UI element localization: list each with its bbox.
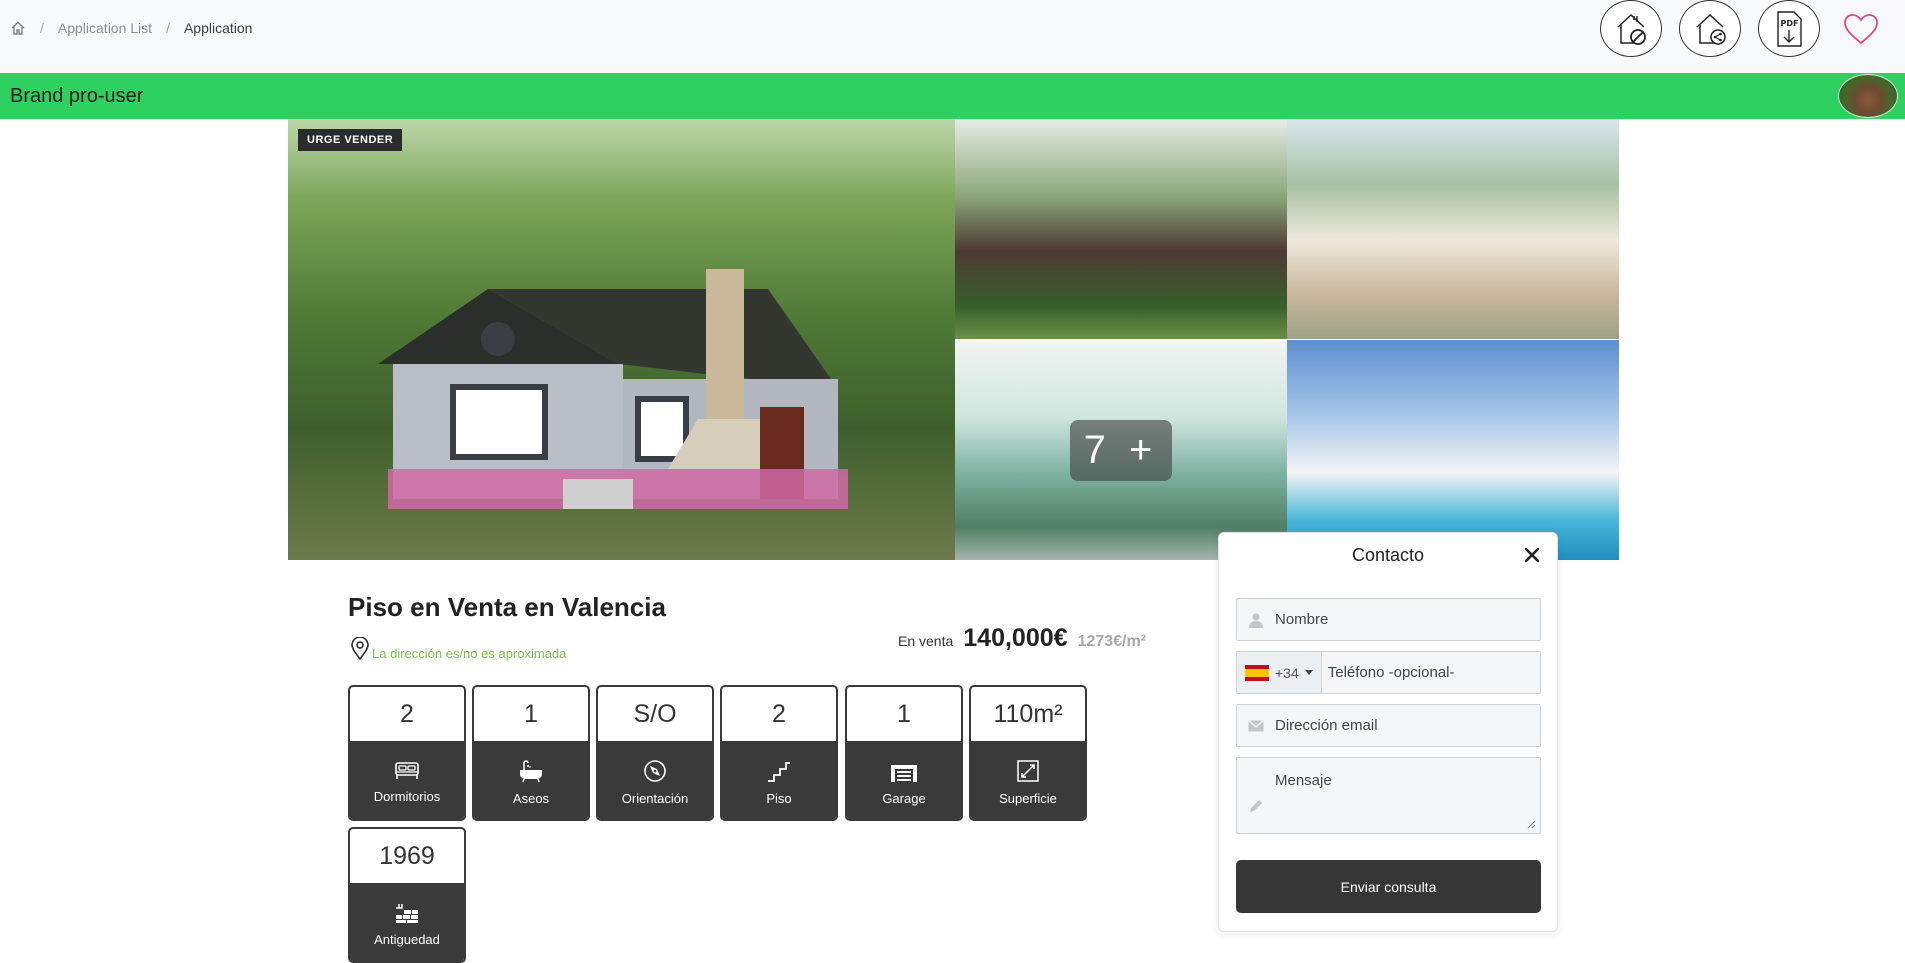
brick-wall-icon [396,903,418,923]
feature-label: Antiguedad [374,931,440,947]
feature-label: Piso [766,790,792,806]
price-label: En venta [898,633,954,649]
house-share-button[interactable] [1679,0,1741,57]
breadcrumb-current: Application [183,20,253,36]
feature-label: Aseos [512,790,550,806]
breadcrumb-link-application-list[interactable]: Application List [58,20,152,36]
country-code-select[interactable]: +34 [1237,652,1322,693]
feature-label: Superficie [999,790,1057,806]
bathtub-icon [520,759,542,782]
compass-icon [644,759,666,782]
feature-value: S/O [633,699,677,728]
feature-surface: 110m² Superficie [969,685,1087,821]
bed-icon [395,761,419,779]
favorite-button[interactable] [1837,0,1885,57]
message-field[interactable]: Mensaje [1236,757,1541,834]
phone-placeholder: Teléfono -opcional- [1327,664,1455,681]
gallery-photo[interactable]: 7 + [955,340,1287,560]
more-photos-count: 7 + [1069,419,1173,481]
top-actions: PDF [1600,0,1885,57]
feature-label: Garage [882,790,926,806]
send-inquiry-button[interactable]: Enviar consulta [1236,860,1541,913]
feature-age: 1969 Antiguedad [348,827,466,963]
house-cancel-button[interactable] [1600,0,1662,57]
top-bar: / Application List / Application PDF [0,0,1905,73]
main-photo[interactable]: URGE VENDER [288,119,955,560]
country-code: +34 [1275,664,1299,681]
feature-floor: 2 Piso [720,685,838,821]
gallery-photo[interactable] [1287,340,1619,560]
brand-avatar[interactable] [1838,74,1898,118]
name-placeholder: Nombre [1275,611,1329,628]
phone-field[interactable]: +34 Teléfono -opcional- [1236,651,1541,694]
house-cancel-icon [1617,13,1646,45]
pencil-icon [1250,800,1262,812]
resize-grip-icon[interactable] [1527,820,1536,829]
urgent-sale-badge: URGE VENDER [298,129,403,151]
breadcrumb-separator: / [166,20,170,36]
map-pin-icon [351,637,369,661]
close-icon [1524,547,1540,563]
close-button[interactable] [1523,546,1541,564]
breadcrumb: / Application List / Application [10,20,252,36]
listing-title: Piso en Venta en Valencia [348,592,666,622]
feature-label: Orientación [621,790,689,806]
feature-value: 1 [524,699,538,728]
feature-value: 2 [400,699,414,728]
envelope-icon [1248,720,1264,731]
house-share-icon [1696,13,1726,45]
brand-name: Brand pro-user [10,85,144,107]
expand-icon [1017,759,1039,782]
photo-gallery: URGE VENDER 7 + [288,119,1619,560]
gallery-photo[interactable] [1287,119,1619,339]
email-placeholder: Dirección email [1275,717,1378,734]
feature-value: 110m² [993,699,1063,728]
price-value: 140,000€ [963,624,1068,652]
contact-form: Contacto Nombre +34 Teléfono -opcional- … [1218,532,1558,932]
price-per-sqm: 1273€/m² [1077,633,1147,650]
address-text: La dirección es/no es aproximada [372,646,567,661]
name-field[interactable]: Nombre [1236,598,1541,641]
feature-bathrooms: 1 Aseos [472,685,590,821]
feature-value: 2 [772,699,786,728]
listing-address: La dirección es/no es aproximada [350,637,566,661]
feature-orientation: S/O Orientación [596,685,714,821]
brand-bar: Brand pro-user [0,73,1905,119]
pdf-download-button[interactable]: PDF [1758,0,1820,57]
message-placeholder: Mensaje [1275,772,1332,789]
stairs-icon [768,761,790,782]
pdf-download-icon: PDF [1777,10,1802,47]
breadcrumb-separator: / [40,20,44,36]
svg-text:PDF: PDF [1781,19,1799,28]
more-photos-overlay[interactable]: 7 + [955,340,1287,560]
spain-flag-icon [1245,664,1269,681]
feature-label: Dormitorios [373,788,441,804]
user-icon [1249,613,1263,628]
house-illustration [378,269,848,509]
feature-value: 1 [897,699,911,728]
email-field[interactable]: Dirección email [1236,704,1541,747]
price-row: En venta 140,000€ 1273€/m² [898,624,1146,653]
gallery-photo[interactable] [955,119,1287,339]
heart-icon [1844,13,1878,44]
home-icon[interactable] [10,20,26,36]
garage-icon [891,764,917,782]
contact-title: Contacto [1351,545,1425,565]
caret-down-icon [1304,669,1313,675]
feature-garage: 1 Garage [845,685,963,821]
feature-bedrooms: 2 Dormitorios [348,685,466,821]
feature-value: 1969 [379,841,435,870]
